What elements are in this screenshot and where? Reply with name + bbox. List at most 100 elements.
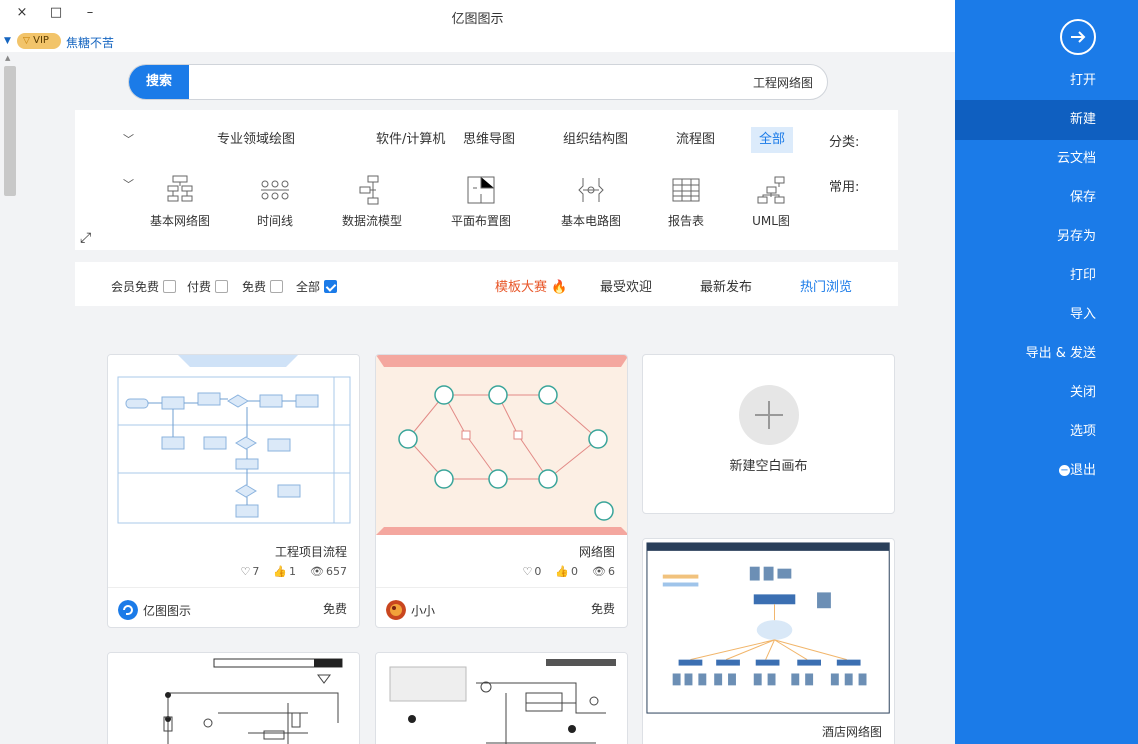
category-item-professional[interactable]: 专业领域绘图: [209, 127, 303, 153]
sidebar-item-exit[interactable]: −退出: [955, 451, 1138, 491]
sidebar-item-new[interactable]: 新建: [955, 100, 1138, 140]
template-card[interactable]: [375, 652, 628, 744]
filter-all[interactable]: 全部: [296, 278, 338, 295]
vip-label: VIP: [33, 35, 49, 46]
network-icon: [167, 175, 193, 202]
common-item-timeline[interactable]: 时间线: [235, 174, 315, 234]
tab-latest[interactable]: 最新发布: [700, 276, 752, 295]
data-flow-icon: [359, 175, 379, 205]
checkbox[interactable]: [270, 280, 284, 293]
template-card[interactable]: [107, 652, 360, 744]
tab-hot[interactable]: 热门浏览: [800, 276, 852, 295]
common-item-circuit[interactable]: 基本电路图: [551, 174, 631, 234]
common-item-network[interactable]: 基本网络图: [140, 174, 220, 234]
chevron-down-icon[interactable]: ﹀: [123, 176, 134, 192]
vertical-scrollbar[interactable]: [4, 66, 16, 196]
sidebar-item-cloud-docs[interactable]: 云文档: [955, 139, 1138, 179]
caret-down-icon[interactable]: ▼: [4, 36, 11, 46]
template-price: 免费: [322, 602, 347, 616]
common-item-dataflow[interactable]: 数据流模型: [332, 174, 412, 234]
template-stats: ♡ 0 👍 0 👁 6: [522, 565, 615, 578]
favorite-count: 7: [252, 565, 260, 578]
sidebar-item-close[interactable]: 关闭: [955, 373, 1138, 413]
common-label: 常用:: [829, 180, 860, 195]
template-thumbnail: [643, 539, 894, 717]
category-label: 分类:: [829, 135, 860, 150]
sidebar-item-exit-label: 退出: [1069, 463, 1096, 478]
common-item-label: 时间线: [256, 214, 293, 228]
sidebar-item-options[interactable]: 选项: [955, 412, 1138, 452]
new-blank-canvas-label: 新建空白画布: [729, 459, 808, 474]
category-item-orgchart[interactable]: 组织结构图: [555, 127, 636, 153]
expand-icon[interactable]: ⤢: [80, 230, 91, 246]
sidebar-item-open[interactable]: 打开: [955, 61, 1138, 101]
like-count: 1: [289, 565, 297, 578]
timeline-icon: [261, 180, 289, 200]
checkbox-checked[interactable]: [324, 280, 338, 293]
tab-contest[interactable]: 模板大赛 🔥: [495, 276, 567, 295]
common-item-uml[interactable]: UML图: [731, 174, 811, 234]
username[interactable]: 焦糖不苦: [66, 34, 114, 51]
sidebar-item-import[interactable]: 导入: [955, 295, 1138, 335]
file-menu-sidebar: 打开 新建 云文档 保存 另存为 打印 导入 导出 & 发送 关闭 选项 −退出: [955, 0, 1138, 744]
search-input[interactable]: 工程网络图: [753, 74, 813, 91]
scroll-up-icon[interactable]: ▲: [5, 54, 10, 62]
category-item-software[interactable]: 软件/计算机: [368, 127, 453, 153]
eye-icon: 👁: [592, 565, 606, 578]
favorite-stat[interactable]: ♡ 0: [522, 565, 541, 578]
filter-free[interactable]: 免费: [242, 278, 284, 295]
new-blank-canvas-card[interactable]: 新建空白画布: [642, 354, 895, 514]
search-button[interactable]: 搜索: [129, 65, 189, 99]
tab-contest-label: 模板大赛: [495, 280, 548, 295]
category-item-flowchart[interactable]: 流程图: [668, 127, 723, 153]
common-item-floorplan[interactable]: 平面布置图: [441, 174, 521, 234]
template-card[interactable]: 网络图 ♡ 0 👍 0 👁 6 小小 免费: [375, 354, 628, 628]
common-item-label: 基本网络图: [149, 214, 210, 228]
heart-icon: ♡: [240, 565, 251, 578]
sidebar-item-save[interactable]: 保存: [955, 178, 1138, 218]
filter-label: 付费: [187, 280, 212, 294]
main-content: ▲ 搜索 工程网络图 ﹀ 专业领域绘图 软件/计算机 思维导图 组织结构图 流程…: [0, 52, 955, 744]
vip-icon: ▽: [23, 36, 30, 46]
app-window: × □ – 亿图图示 ▼ ▽ VIP 焦糖不苦 打开 新建 云文档 保存 另存为…: [0, 0, 1138, 744]
checkbox[interactable]: [215, 280, 229, 293]
template-thumbnail: [108, 355, 359, 535]
title-bar: × □ – 亿图图示: [0, 0, 955, 32]
category-item-mindmap[interactable]: 思维导图: [455, 127, 523, 153]
circuit-icon: [578, 178, 604, 202]
template-card[interactable]: 工程项目流程 ♡ 7 👍 1 👁 657 亿图图示 免费: [107, 354, 360, 628]
template-title: 网络图: [578, 545, 615, 559]
template-card[interactable]: 酒店网络图: [642, 538, 895, 744]
template-footer: 小小 免费: [376, 587, 627, 627]
filter-member-free[interactable]: 会员免费: [111, 278, 177, 295]
like-count: 0: [571, 565, 579, 578]
user-bar: ▼ ▽ VIP 焦糖不苦: [0, 32, 955, 52]
template-author[interactable]: 亿图图示: [118, 600, 191, 620]
like-stat[interactable]: 👍 1: [273, 565, 296, 578]
back-arrow-icon[interactable]: [1060, 19, 1096, 55]
chevron-down-icon[interactable]: ﹀: [123, 131, 134, 147]
heart-icon: ♡: [522, 565, 533, 578]
avatar: [386, 600, 406, 620]
sidebar-item-print[interactable]: 打印: [955, 256, 1138, 296]
common-item-label: 基本电路图: [560, 214, 621, 228]
sidebar-item-export-send[interactable]: 导出 & 发送: [955, 334, 1138, 374]
sidebar-item-save-as[interactable]: 另存为: [955, 217, 1138, 257]
common-item-report[interactable]: 报告表: [646, 174, 726, 234]
template-price: 免费: [590, 602, 615, 616]
tab-most-popular[interactable]: 最受欢迎: [600, 276, 652, 295]
category-panel: ﹀ 专业领域绘图 软件/计算机 思维导图 组织结构图 流程图 全部 分类: ﹀ …: [75, 110, 898, 250]
checkbox[interactable]: [163, 280, 177, 293]
category-item-all[interactable]: 全部: [751, 127, 794, 153]
search-box: 搜索 工程网络图: [128, 64, 828, 100]
vip-badge[interactable]: ▽ VIP: [17, 33, 61, 49]
favorite-stat[interactable]: ♡ 7: [240, 565, 259, 578]
filter-paid[interactable]: 付费: [187, 278, 229, 295]
favorite-count: 0: [534, 565, 542, 578]
view-stat: 👁 6: [592, 565, 615, 578]
view-count: 657: [326, 565, 347, 578]
uml-icon: [757, 176, 785, 204]
filter-bar: 会员免费 付费 免费 全部 模板大赛 🔥 最受欢迎 最新发布 热门浏览: [75, 262, 898, 306]
template-author[interactable]: 小小: [386, 600, 435, 620]
like-stat[interactable]: 👍 0: [555, 565, 578, 578]
